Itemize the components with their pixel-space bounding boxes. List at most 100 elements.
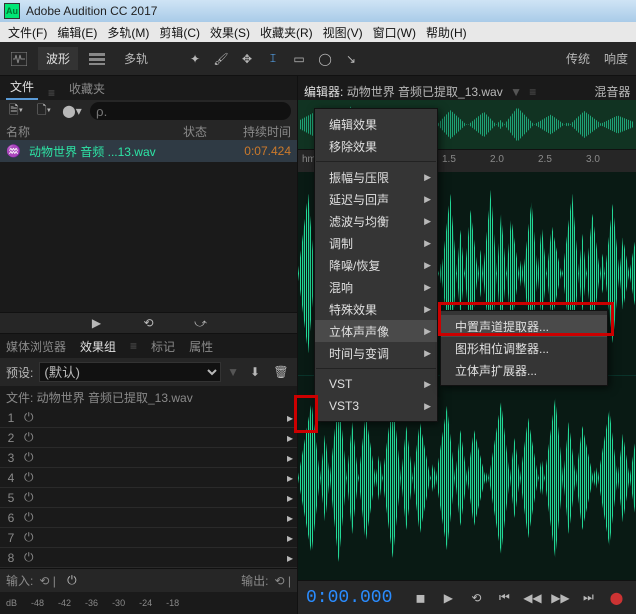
- ctx-filter-eq[interactable]: 滤波与均衡: [315, 210, 437, 232]
- waveform-mode-icon[interactable]: [8, 48, 30, 70]
- eyedropper-icon[interactable]: ↘: [340, 48, 362, 70]
- menu-clip[interactable]: 剪辑(C): [155, 24, 204, 41]
- marquee-icon[interactable]: ▭: [288, 48, 310, 70]
- mixer-tab[interactable]: 混音器: [594, 83, 630, 100]
- power-icon[interactable]: ⏻: [24, 410, 34, 425]
- col-duration[interactable]: 持续时间: [231, 123, 291, 140]
- chevron-right-icon[interactable]: ▸: [287, 491, 293, 505]
- menu-file[interactable]: 文件(F): [4, 24, 51, 41]
- mode-multitrack-tab[interactable]: 多轨: [116, 47, 156, 70]
- chevron-right-icon[interactable]: ▸: [287, 551, 293, 565]
- menu-edit[interactable]: 编辑(E): [53, 24, 101, 41]
- open-file-icon[interactable]: 🗎▾: [6, 102, 26, 120]
- menu-help[interactable]: 帮助(H): [422, 24, 471, 41]
- chevron-right-icon[interactable]: ▸: [287, 471, 293, 485]
- ctx-modulation[interactable]: 调制: [315, 232, 437, 254]
- menu-effects[interactable]: 效果(S): [206, 24, 254, 41]
- fx-slot[interactable]: 5⏻▸: [0, 488, 297, 508]
- files-toolbar: 🗎▾ 🗋▾ ⬤▾: [0, 100, 297, 122]
- menu-window[interactable]: 窗口(W): [369, 24, 420, 41]
- ctx-special[interactable]: 特殊效果: [315, 298, 437, 320]
- timecode-display[interactable]: 0:00.000: [306, 588, 392, 608]
- autoplay-icon[interactable]: ⤻: [189, 313, 213, 333]
- chevron-right-icon[interactable]: ▸: [287, 531, 293, 545]
- record-icon[interactable]: ⬤▾: [62, 102, 82, 120]
- ctx-stereo-imagery[interactable]: 立体声声像: [315, 320, 437, 342]
- skip-back-icon[interactable]: ⏮: [492, 588, 516, 608]
- fx-slot[interactable]: 2⏻▸: [0, 428, 297, 448]
- chevron-right-icon[interactable]: ▸: [287, 411, 293, 425]
- lasso-icon[interactable]: ◯: [314, 48, 336, 70]
- file-row[interactable]: ♒ 动物世界 音频 ...13.wav 0:07.424: [0, 140, 297, 162]
- loop-icon[interactable]: ⟲: [464, 588, 488, 608]
- fx-slot[interactable]: 3⏻▸: [0, 448, 297, 468]
- chevron-right-icon[interactable]: ▸: [287, 451, 293, 465]
- editor-tab[interactable]: 编辑器: 动物世界 音频已提取_13.wav ▼ ≡: [304, 83, 580, 100]
- loop-icon[interactable]: ⟲: [137, 313, 161, 333]
- fx-slot[interactable]: 8⏻▸: [0, 548, 297, 568]
- tab-markers[interactable]: 标记: [151, 338, 175, 355]
- power-icon[interactable]: ⏻: [24, 510, 34, 525]
- ctx-remove-effects[interactable]: 移除效果: [315, 135, 437, 157]
- ctx-reverb[interactable]: 混响: [315, 276, 437, 298]
- multitrack-mode-icon[interactable]: [86, 48, 108, 70]
- import-preset-icon[interactable]: ⬇: [245, 363, 265, 381]
- play-icon[interactable]: ▶: [436, 588, 460, 608]
- col-name[interactable]: 名称: [6, 123, 175, 140]
- power-icon[interactable]: ⏻: [24, 490, 34, 505]
- ctx-edit-effects[interactable]: 编辑效果: [315, 113, 437, 135]
- skip-fwd-icon[interactable]: ⏭: [576, 588, 600, 608]
- effects-context-menu[interactable]: 编辑效果 移除效果 振幅与压限 延迟与回声 滤波与均衡 调制 降噪/恢复 混响 …: [314, 108, 438, 422]
- rewind-icon[interactable]: ◀◀: [520, 588, 544, 608]
- mode-waveform-tab[interactable]: 波形: [38, 47, 78, 70]
- fx-power-icon[interactable]: ⏻: [62, 572, 82, 590]
- workspace-loudness[interactable]: 响度: [604, 50, 628, 67]
- preset-select[interactable]: (默认): [39, 362, 221, 382]
- tab-effects-rack[interactable]: 效果组: [80, 338, 116, 355]
- ctx-vst[interactable]: VST: [315, 373, 437, 395]
- menu-bar[interactable]: 文件(F) 编辑(E) 多轨(M) 剪辑(C) 效果(S) 收藏夹(R) 视图(…: [0, 22, 636, 42]
- power-icon[interactable]: ⏻: [24, 450, 34, 465]
- sub-graphic-phase-shifter[interactable]: 图形相位调整器...: [441, 337, 607, 359]
- tab-properties[interactable]: 属性: [189, 338, 213, 355]
- file-search-input[interactable]: [90, 102, 291, 120]
- col-state[interactable]: 状态: [183, 123, 223, 140]
- power-icon[interactable]: ⏻: [24, 470, 34, 485]
- power-icon[interactable]: ⏻: [24, 430, 34, 445]
- menu-view[interactable]: 视图(V): [319, 24, 367, 41]
- stop-icon[interactable]: ◼: [408, 588, 432, 608]
- ctx-noise-reduction[interactable]: 降噪/恢复: [315, 254, 437, 276]
- play-icon[interactable]: ▶: [85, 313, 109, 333]
- power-icon[interactable]: ⏻: [24, 550, 34, 565]
- power-icon[interactable]: ⏻: [24, 530, 34, 545]
- tab-files[interactable]: 文件: [6, 74, 38, 100]
- chevron-right-icon[interactable]: ▸: [287, 511, 293, 525]
- ffwd-icon[interactable]: ▶▶: [548, 588, 572, 608]
- chevron-right-icon[interactable]: ▸: [287, 431, 293, 445]
- delete-preset-icon[interactable]: 🗑: [271, 363, 291, 381]
- fx-slot[interactable]: 4⏻▸: [0, 468, 297, 488]
- sub-stereo-expander[interactable]: 立体声扩展器...: [441, 359, 607, 381]
- fx-slot[interactable]: 6⏻▸: [0, 508, 297, 528]
- tab-media-browser[interactable]: 媒体浏览器: [6, 338, 66, 355]
- sub-center-channel-extractor[interactable]: 中置声道提取器...: [441, 315, 607, 337]
- spot-healing-icon[interactable]: ✦: [184, 48, 206, 70]
- tab-favorites[interactable]: 收藏夹: [65, 76, 109, 100]
- effects-rack: 1⏻▸ 2⏻▸ 3⏻▸ 4⏻▸ 5⏻▸ 6⏻▸ 7⏻▸ 8⏻▸: [0, 408, 297, 568]
- brush-icon[interactable]: 🖌: [210, 48, 232, 70]
- record-icon[interactable]: ⬤: [604, 588, 628, 608]
- new-file-icon[interactable]: 🗋▾: [34, 102, 54, 120]
- ctx-vst3[interactable]: VST3: [315, 395, 437, 417]
- ctx-amplitude[interactable]: 振幅与压限: [315, 166, 437, 188]
- file-list-header: 名称 状态 持续时间: [0, 122, 297, 140]
- fx-slot[interactable]: 1⏻▸: [0, 408, 297, 428]
- workspace-traditional[interactable]: 传统: [566, 50, 590, 67]
- menu-multitrack[interactable]: 多轨(M): [103, 24, 153, 41]
- time-select-icon[interactable]: 𝙸: [262, 48, 284, 70]
- fx-slot[interactable]: 7⏻▸: [0, 528, 297, 548]
- menu-favorites[interactable]: 收藏夹(R): [256, 24, 317, 41]
- ctx-time-pitch[interactable]: 时间与变调: [315, 342, 437, 364]
- ctx-delay[interactable]: 延迟与回声: [315, 188, 437, 210]
- stereo-imagery-submenu[interactable]: 中置声道提取器... 图形相位调整器... 立体声扩展器...: [440, 310, 608, 386]
- move-tool-icon[interactable]: ✥: [236, 48, 258, 70]
